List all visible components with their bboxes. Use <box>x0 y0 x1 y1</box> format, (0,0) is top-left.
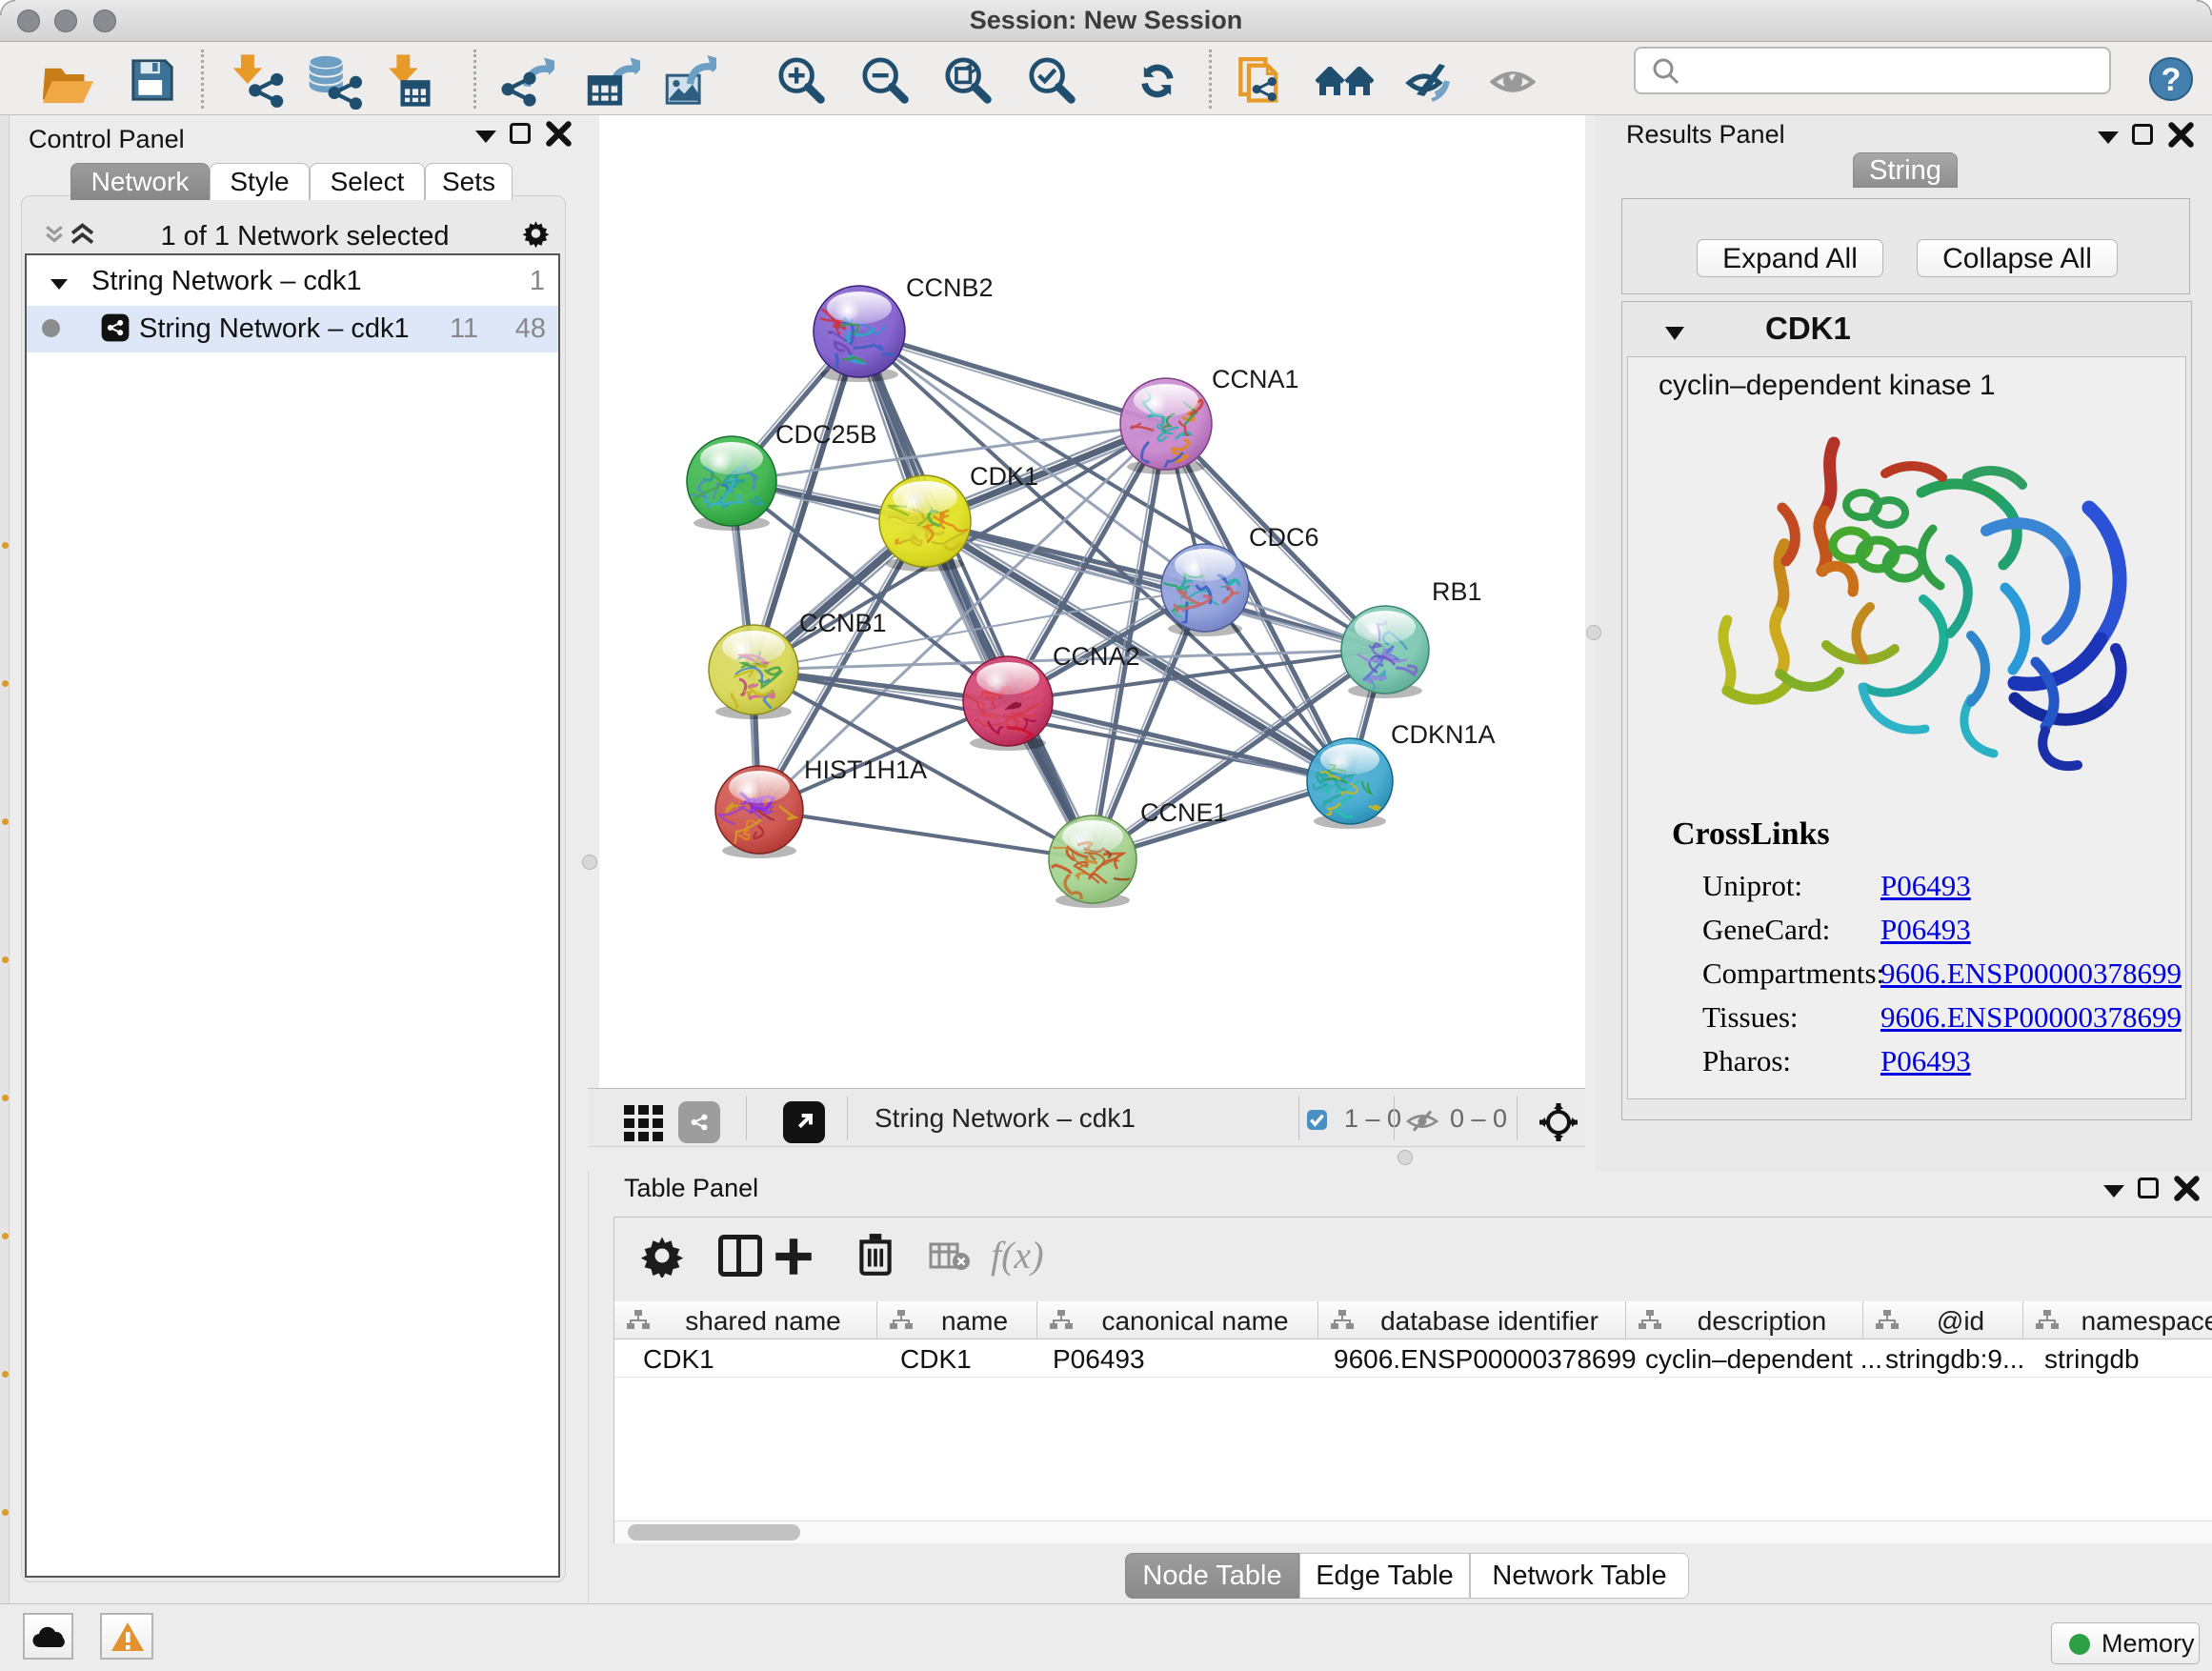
svg-text:CDKN1A: CDKN1A <box>1391 720 1496 749</box>
svg-text:CCNA2: CCNA2 <box>1053 642 1140 671</box>
svg-text:CDC25B: CDC25B <box>775 420 877 449</box>
svg-text:RB1: RB1 <box>1432 577 1482 606</box>
svg-text:CDC6: CDC6 <box>1249 523 1319 552</box>
svg-text:CCNE1: CCNE1 <box>1140 798 1228 827</box>
svg-text:CCNB2: CCNB2 <box>906 273 994 302</box>
svg-text:HIST1H1A: HIST1H1A <box>804 755 927 784</box>
svg-text:CDK1: CDK1 <box>970 462 1038 491</box>
svg-text:CCNB1: CCNB1 <box>799 609 887 637</box>
svg-text:CCNA1: CCNA1 <box>1212 365 1299 393</box>
